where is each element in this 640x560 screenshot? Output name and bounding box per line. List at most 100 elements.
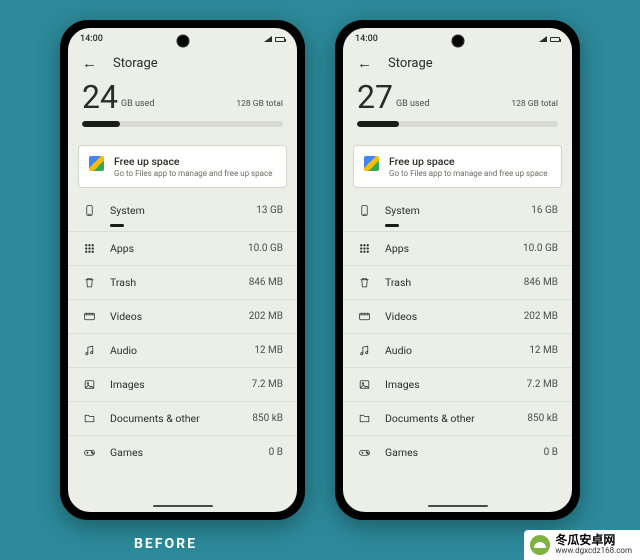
used-amount: 24 GB used <box>82 81 154 113</box>
system-indicator <box>110 224 124 227</box>
category-name: System <box>110 204 242 217</box>
category-row-audio[interactable]: Audio 12 MB <box>68 334 297 368</box>
category-size: 0 B <box>544 447 558 458</box>
home-indicator[interactable] <box>428 505 488 508</box>
freeup-title: Free up space <box>389 155 547 168</box>
storage-hero: 27 GB used 128 GB total <box>343 81 572 135</box>
category-size: 202 MB <box>249 311 283 322</box>
watermark-url: www.dgxcdz168.com <box>555 547 632 556</box>
watermark: 冬瓜安卓网 www.dgxcdz168.com <box>524 530 640 560</box>
category-row-images[interactable]: Images 7.2 MB <box>68 368 297 402</box>
used-number: 27 <box>357 81 393 113</box>
category-row-videos[interactable]: Videos 202 MB <box>68 300 297 334</box>
image-icon <box>357 378 371 391</box>
image-icon <box>82 378 96 391</box>
category-name: Audio <box>385 344 515 357</box>
caption-before: BEFORE <box>134 536 197 552</box>
screen-after: 14:00 ← Storage 27 GB used 128 GB total <box>343 28 572 512</box>
battery-icon <box>275 37 285 42</box>
category-row-system[interactable]: System 16 GB <box>343 194 572 232</box>
category-row-system[interactable]: System 13 GB <box>68 194 297 232</box>
category-row-games[interactable]: Games 0 B <box>343 436 572 469</box>
apps-icon <box>82 242 96 255</box>
back-button[interactable]: ← <box>357 56 372 71</box>
category-row-videos[interactable]: Videos 202 MB <box>343 300 572 334</box>
page-title: Storage <box>113 56 158 71</box>
category-name: Images <box>110 378 238 391</box>
category-size: 850 kB <box>527 413 558 424</box>
files-app-icon <box>364 156 379 171</box>
category-row-apps[interactable]: Apps10.0 GB <box>343 232 572 266</box>
game-icon <box>82 446 96 459</box>
category-size: 846 MB <box>249 277 283 288</box>
used-number: 24 <box>82 81 118 113</box>
free-up-space-card[interactable]: Free up space Go to Files app to manage … <box>78 145 287 188</box>
category-size: 7.2 MB <box>252 379 283 390</box>
storage-bar-fill <box>357 121 399 127</box>
category-row-apps[interactable]: Apps 10.0 GB <box>68 232 297 266</box>
category-size: 10.0 GB <box>248 243 283 254</box>
freeup-title: Free up space <box>114 155 272 168</box>
trash-icon <box>82 276 96 289</box>
category-size: 10.0 GB <box>523 243 558 254</box>
android-logo-icon <box>530 535 550 555</box>
category-name: Videos <box>385 310 510 323</box>
signal-icon <box>264 36 272 42</box>
category-size: 7.2 MB <box>527 379 558 390</box>
phones-container: 14:00 ← Storage 24 GB used 128 GB total <box>0 0 640 520</box>
free-up-space-card[interactable]: Free up space Go to Files app to manage … <box>353 145 562 188</box>
storage-bar-fill <box>82 121 120 127</box>
category-size: 12 MB <box>529 345 558 356</box>
signal-icon <box>539 36 547 42</box>
category-row-trash[interactable]: Trash846 MB <box>68 266 297 300</box>
video-icon <box>357 310 371 323</box>
category-size: 202 MB <box>524 311 558 322</box>
app-bar: ← Storage <box>68 50 297 81</box>
used-amount: 27 GB used <box>357 81 429 113</box>
category-name: Games <box>385 446 530 459</box>
page-title: Storage <box>388 56 433 71</box>
phone-after: 14:00 ← Storage 27 GB used 128 GB total <box>335 20 580 520</box>
battery-icon <box>550 37 560 42</box>
freeup-subtitle: Go to Files app to manage and free up sp… <box>389 169 547 178</box>
storage-bar <box>82 121 283 127</box>
camera-hole <box>453 36 463 46</box>
category-name: Trash <box>385 276 510 289</box>
category-name: Apps <box>110 242 234 255</box>
category-name: Audio <box>110 344 240 357</box>
category-row-audio[interactable]: Audio 12 MB <box>343 334 572 368</box>
storage-bar <box>357 121 558 127</box>
home-indicator[interactable] <box>153 505 213 508</box>
category-list-left: System 13 GB Apps 10.0 GB Trash846 MB Videos 2… <box>68 192 297 512</box>
freeup-subtitle: Go to Files app to manage and free up sp… <box>114 169 272 178</box>
category-size: 13 GB <box>256 205 283 216</box>
category-size: 846 MB <box>524 277 558 288</box>
back-button[interactable]: ← <box>82 56 97 71</box>
category-name: Images <box>385 378 513 391</box>
category-list-right: System 16 GB Apps10.0 GB Trash 846 MB Videos 2… <box>343 192 572 512</box>
category-size: 16 GB <box>531 205 558 216</box>
clock: 14:00 <box>355 34 378 44</box>
clock: 14:00 <box>80 34 103 44</box>
category-name: Videos <box>110 310 235 323</box>
audio-icon <box>357 344 371 357</box>
doc-icon <box>82 412 96 425</box>
category-size: 12 MB <box>254 345 283 356</box>
total-storage: 128 GB total <box>236 99 283 113</box>
category-row-documents-other[interactable]: Documents & other850 kB <box>343 402 572 436</box>
category-name: System <box>385 204 517 217</box>
audio-icon <box>82 344 96 357</box>
storage-hero: 24 GB used 128 GB total <box>68 81 297 135</box>
used-unit: GB used <box>121 100 154 113</box>
category-name: Games <box>110 446 255 459</box>
category-row-games[interactable]: Games0 B <box>68 436 297 469</box>
used-unit: GB used <box>396 100 429 113</box>
phone-before: 14:00 ← Storage 24 GB used 128 GB total <box>60 20 305 520</box>
category-size: 850 kB <box>252 413 283 424</box>
category-row-trash[interactable]: Trash 846 MB <box>343 266 572 300</box>
game-icon <box>357 446 371 459</box>
category-name: Documents & other <box>110 412 238 425</box>
phone-icon <box>357 204 371 217</box>
category-row-documents-other[interactable]: Documents & other 850 kB <box>68 402 297 436</box>
category-row-images[interactable]: Images 7.2 MB <box>343 368 572 402</box>
